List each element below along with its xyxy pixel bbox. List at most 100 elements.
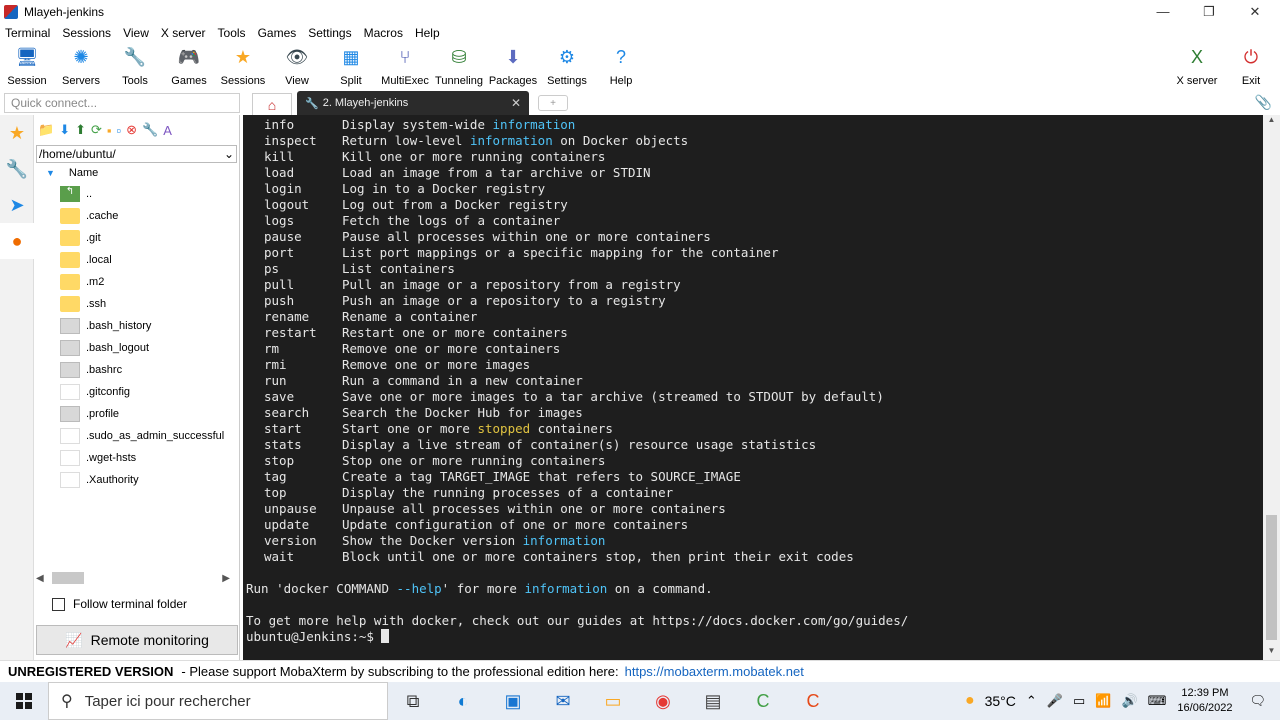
paperclip-icon[interactable]: 📎 (1255, 94, 1272, 111)
sftp-icon[interactable]: ● (0, 223, 34, 259)
chrome-icon[interactable]: ◉ (638, 682, 688, 720)
split-button[interactable]: ▦ Split (324, 43, 378, 91)
remote-monitoring-button[interactable]: 📈 Remote monitoring (36, 625, 238, 655)
refresh-icon[interactable]: ⟳ (91, 122, 102, 138)
folder-icon (60, 230, 80, 246)
mic-icon[interactable]: 🎤 (1047, 693, 1063, 709)
file-item[interactable]: .m2 (34, 271, 239, 293)
taskbar-search[interactable]: ⚲ Taper ici pour rechercher (48, 682, 388, 720)
scroll-thumb[interactable] (52, 572, 84, 584)
close-button[interactable]: ✕ (1232, 0, 1278, 23)
properties-icon[interactable]: 🔧 (142, 122, 158, 138)
notifications-icon[interactable]: 🗨 (1249, 693, 1266, 709)
terminal-scrollbar[interactable]: ▲ ▼ (1263, 115, 1280, 660)
file-item[interactable]: .local (34, 249, 239, 271)
exit-button[interactable]: ⏻ Exit (1224, 43, 1278, 91)
menu-help[interactable]: Help (410, 26, 447, 40)
new-folder-icon[interactable]: ▪ (107, 123, 112, 138)
star-icon[interactable]: ★ (0, 115, 34, 151)
menu-macros[interactable]: Macros (359, 26, 410, 40)
multiexec-button[interactable]: ⑂ MultiExec (378, 43, 432, 91)
mobaxterm-icon[interactable]: ▤ (688, 682, 738, 720)
name-column-header[interactable]: ▼ Name (34, 163, 239, 183)
edge-icon[interactable]: ◐ (438, 682, 488, 720)
mail-icon[interactable]: ✉ (538, 682, 588, 720)
follow-terminal-folder[interactable]: Follow terminal folder (52, 597, 187, 611)
scroll-left-icon[interactable]: ◀ (36, 573, 44, 584)
file-item[interactable]: .Xauthority (34, 469, 239, 491)
file-item[interactable]: ↰.. (34, 183, 239, 205)
terminal[interactable]: info Display system-wide information inspe… (243, 115, 1263, 660)
task-view-icon[interactable]: ⧉ (388, 682, 438, 720)
battery-icon[interactable]: ▭ (1073, 693, 1085, 709)
folder-up-icon[interactable]: 📁 (38, 122, 54, 138)
command-name: pull (264, 277, 295, 292)
store-icon[interactable]: ▣ (488, 682, 538, 720)
prompt-line[interactable]: ubuntu@Jenkins:~$ (246, 629, 1263, 645)
menu-terminal[interactable]: Terminal (0, 26, 57, 40)
menu-view[interactable]: View (118, 26, 156, 40)
weather-icon[interactable]: ● (965, 692, 975, 710)
file-item[interactable]: .git (34, 227, 239, 249)
tools-icon[interactable]: 🔧 (0, 151, 34, 187)
clock[interactable]: 12:39 PM 16/06/2022 (1177, 686, 1232, 716)
settings-button[interactable]: ⚙ Settings (540, 43, 594, 91)
explorer-icon[interactable]: ▭ (588, 682, 638, 720)
session-button[interactable]: 🖥 Session (0, 43, 54, 91)
quick-connect-input[interactable]: Quick connect... (4, 93, 240, 113)
x-server-button[interactable]: X X server (1170, 43, 1224, 91)
download-icon[interactable]: ⬇ (59, 122, 70, 138)
status-message: - Please support MobaXterm by subscribin… (181, 664, 619, 679)
file-item[interactable]: .bash_history (34, 315, 239, 337)
games-button[interactable]: 🎮 Games (162, 43, 216, 91)
follow-checkbox[interactable] (52, 597, 65, 611)
file-item[interactable]: .bashrc (34, 359, 239, 381)
volume-icon[interactable]: 🔊 (1121, 693, 1137, 709)
scroll-right-icon[interactable]: ▶ (222, 573, 230, 584)
path-selector[interactable]: /home/ubuntu/ ⌄ (36, 145, 237, 163)
packages-button[interactable]: ⬇ Packages (486, 43, 540, 91)
menu-sessions[interactable]: Sessions (57, 26, 118, 40)
file-item[interactable]: .gitconfig (34, 381, 239, 403)
scroll-down-icon[interactable]: ▼ (1263, 646, 1280, 660)
horizontal-scrollbar[interactable]: ◀ ▶ (36, 569, 236, 587)
file-item[interactable]: .cache (34, 205, 239, 227)
view-button[interactable]: 👁 View (270, 43, 324, 91)
menu-settings[interactable]: Settings (303, 26, 358, 40)
home-tab[interactable]: ⌂ (252, 93, 292, 115)
minimize-button[interactable]: — (1140, 0, 1186, 23)
tunneling-button[interactable]: ⛁ Tunneling (432, 43, 486, 91)
input-icon[interactable]: ⌨ (1148, 693, 1167, 709)
close-tab-icon[interactable]: ✕ (511, 96, 521, 110)
command-name: info (264, 117, 295, 132)
camtasia-icon[interactable]: C (738, 682, 788, 720)
menu-tools[interactable]: Tools (213, 26, 253, 40)
menu-games[interactable]: Games (253, 26, 304, 40)
scroll-up-icon[interactable]: ▲ (1263, 115, 1280, 129)
recorder-icon[interactable]: C (788, 682, 838, 720)
mobatek-link[interactable]: https://mobaxterm.mobatek.net (625, 664, 804, 679)
text-icon[interactable]: A (163, 123, 172, 138)
upload-icon[interactable]: ⬆ (75, 122, 86, 138)
session-tab[interactable]: 🔧 2. Mlayeh-jenkins ✕ (297, 91, 529, 115)
network-icon[interactable]: 📶 (1095, 693, 1111, 709)
file-item[interactable]: .ssh (34, 293, 239, 315)
send-icon[interactable]: ➤ (0, 187, 34, 223)
terminal-scroll-thumb[interactable] (1266, 515, 1277, 640)
file-item[interactable]: .bash_logout (34, 337, 239, 359)
help-button[interactable]: ? Help (594, 43, 648, 91)
chevron-up-icon[interactable]: ⌃ (1026, 693, 1037, 709)
start-button[interactable] (0, 682, 48, 720)
servers-button[interactable]: ✺ Servers (54, 43, 108, 91)
maximize-button[interactable]: ❐ (1186, 0, 1232, 23)
new-tab-button[interactable]: + (538, 95, 568, 111)
new-file-icon[interactable]: ▫ (117, 123, 122, 138)
tools-button[interactable]: 🔧 Tools (108, 43, 162, 91)
file-item[interactable]: .profile (34, 403, 239, 425)
menu-x-server[interactable]: X server (156, 26, 213, 40)
file-item[interactable]: .wget-hsts (34, 447, 239, 469)
delete-icon[interactable]: ⊗ (126, 122, 137, 138)
sessions-button[interactable]: ★ Sessions (216, 43, 270, 91)
weather-temp[interactable]: 35°C (985, 693, 1016, 709)
file-item[interactable]: .sudo_as_admin_successful (34, 425, 239, 447)
